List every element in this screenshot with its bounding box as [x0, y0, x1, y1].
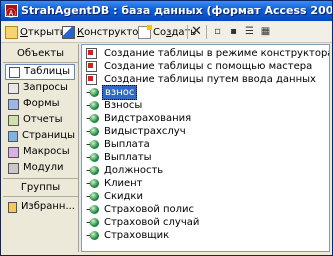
sidebar-item-forms[interactable]: Формы	[5, 96, 75, 112]
list-view-icon[interactable]: ☰	[243, 25, 256, 38]
small-icons-view-icon[interactable]: ▪	[227, 25, 240, 38]
table-row[interactable]: ➜ Видыстрахслуч	[86, 125, 188, 138]
linked-table-icon: ➜	[86, 126, 99, 137]
divider	[3, 62, 78, 63]
database-toolbar: Открыть Конструктор Создать ✕ ▫ ▪ ☰ ▦	[1, 22, 332, 43]
access-app-icon	[5, 4, 18, 17]
toolbar-separator	[187, 25, 188, 39]
sidebar-item-label: Макросы	[23, 146, 70, 157]
object-list: Создание таблицы в режиме конструктора С…	[81, 44, 330, 252]
database-window: StrahAgentDB : база данных (формат Acces…	[0, 0, 333, 256]
table-row[interactable]: ➜ Страховой случай	[86, 216, 201, 229]
table-row[interactable]: ➜ Видстрахования	[86, 112, 193, 125]
divider	[3, 196, 78, 197]
details-view-icon[interactable]: ▦	[259, 25, 272, 38]
table-row[interactable]: ➜ Скидки	[86, 190, 145, 203]
open-button[interactable]: Открыть	[5, 24, 66, 40]
sidebar-item-label: Модули	[23, 162, 64, 173]
sidebar-item-queries[interactable]: Запросы	[5, 80, 75, 96]
sidebar-item-tables[interactable]: Таблицы	[5, 64, 75, 80]
linked-table-icon: ➜	[86, 230, 99, 241]
table-row[interactable]: ➜ Взносы	[86, 99, 144, 112]
table-row[interactable]: ➜ Страховщик	[86, 229, 171, 242]
new-label: Создать	[153, 26, 197, 38]
linked-table-icon: ➜	[86, 165, 99, 176]
favorites-folder-icon	[8, 201, 17, 213]
linked-table-icon: ➜	[86, 152, 99, 163]
linked-table-icon: ➜	[86, 217, 99, 228]
module-icon	[8, 162, 19, 174]
table-row[interactable]: ➜ Страховой полис	[86, 203, 196, 216]
toolbar-separator	[206, 25, 207, 39]
open-label: Открыть	[20, 26, 66, 38]
linked-table-icon: ➜	[86, 178, 99, 189]
open-folder-icon	[5, 25, 18, 39]
new-object-icon	[138, 24, 152, 39]
title-bar[interactable]: StrahAgentDB : база данных (формат Acces…	[1, 1, 332, 21]
groups-header[interactable]: Группы	[3, 180, 78, 196]
shortcut-item-design[interactable]: Создание таблицы в режиме конструктора	[86, 47, 329, 60]
table-row[interactable]: ➜ Выплаты	[86, 151, 154, 164]
linked-table-icon: ➜	[86, 204, 99, 215]
design-view-icon	[62, 25, 75, 39]
shortcut-wizard-icon	[86, 61, 97, 72]
sidebar-group-favorites[interactable]: Избранн...	[5, 199, 75, 215]
report-icon	[8, 114, 19, 126]
delete-icon[interactable]: ✕	[191, 24, 202, 40]
sidebar-item-macros[interactable]: Макросы	[5, 144, 75, 160]
sidebar-item-modules[interactable]: Модули	[5, 160, 75, 176]
table-row-selected[interactable]: ➜ взнос	[86, 85, 138, 100]
design-button[interactable]: Конструктор	[62, 24, 145, 40]
divider	[3, 178, 78, 179]
linked-table-icon: ➜	[86, 113, 99, 124]
design-label: Конструктор	[77, 26, 145, 38]
page-icon	[8, 130, 18, 142]
linked-table-icon: ➜	[86, 87, 99, 98]
large-icons-view-icon[interactable]: ▫	[211, 25, 224, 38]
sidebar-item-label: Формы	[23, 98, 60, 109]
table-icon	[9, 66, 20, 78]
macro-icon	[8, 146, 19, 158]
sidebar-item-label: Страницы	[21, 130, 75, 141]
sidebar-item-label: Отчеты	[23, 114, 63, 125]
window-title: StrahAgentDB : база данных (формат Acces…	[21, 4, 333, 17]
shortcut-item-wizard[interactable]: Создание таблицы с помощью мастера	[86, 60, 314, 73]
shortcut-design-icon	[86, 48, 97, 59]
sidebar-item-label: Запросы	[23, 82, 68, 93]
sidebar-item-reports[interactable]: Отчеты	[5, 112, 75, 128]
objects-header[interactable]: Объекты	[3, 46, 78, 62]
linked-table-icon: ➜	[86, 191, 99, 202]
linked-table-icon: ➜	[86, 139, 99, 150]
form-icon	[8, 98, 19, 110]
query-icon	[8, 82, 19, 94]
linked-table-icon: ➜	[86, 100, 99, 111]
table-row[interactable]: ➜ Выплата	[86, 138, 152, 151]
shortcut-datasheet-icon	[86, 74, 97, 85]
sidebar-item-pages[interactable]: Страницы	[5, 128, 75, 144]
sidebar-item-label: Таблицы	[24, 66, 70, 77]
table-row[interactable]: ➜ Должность	[86, 164, 165, 177]
objects-bar: Объекты Таблицы Запросы Формы Отчеты Стр…	[3, 44, 79, 252]
sidebar-group-label: Избранн...	[20, 201, 75, 212]
table-row[interactable]: ➜ Клиент	[86, 177, 145, 190]
